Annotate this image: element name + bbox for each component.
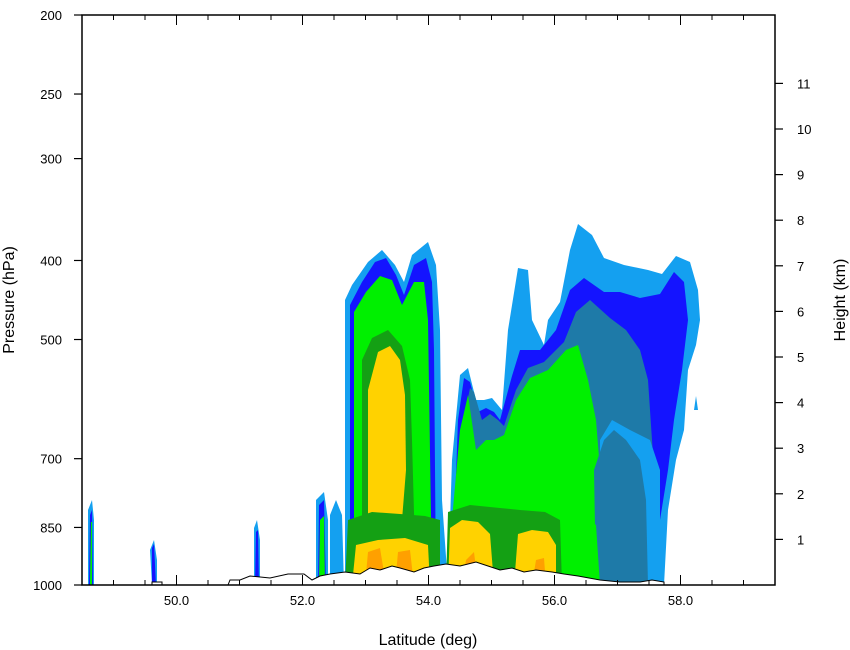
y-tick-label: 250 [40, 87, 62, 102]
y2-tick-label: 11 [797, 76, 811, 91]
y2-tick-label: 1 [797, 532, 804, 547]
x-tick-label: 52.0 [290, 593, 315, 608]
y2-tick-label: 6 [797, 304, 804, 319]
y2-tick-label: 9 [797, 168, 804, 183]
x-tick-label: 50.0 [164, 593, 189, 608]
y2-tick-label: 3 [797, 441, 804, 456]
y-tick-label: 700 [40, 452, 62, 467]
y2-axis-title: Height (km) [832, 259, 849, 342]
y-tick-label: 200 [40, 8, 62, 23]
y2-tick-label: 8 [797, 213, 804, 228]
y-axis-title: Pressure (hPa) [1, 246, 18, 354]
contour-level-6 [368, 346, 406, 520]
chart: 50.0 52.0 54.0 56.0 58.020025030040050070085… [1, 8, 849, 649]
y2-tick-label: 10 [797, 122, 811, 137]
y2-tick-label: 7 [797, 259, 804, 274]
y-tick-label: 1000 [33, 578, 62, 593]
x-tick-label: 58.0 [668, 593, 693, 608]
x-axis-title: Latitude (deg) [379, 632, 478, 649]
y2-tick-label: 5 [797, 350, 804, 365]
y-tick-label: 850 [40, 520, 62, 535]
x-tick-label: 56.0 [542, 593, 567, 608]
y-tick-label: 500 [40, 333, 62, 348]
y2-tick-label: 4 [797, 396, 804, 411]
y-tick-label: 400 [40, 253, 62, 268]
x-tick-label: 54.0 [416, 593, 441, 608]
y2-tick-label: 2 [797, 487, 804, 502]
y-tick-label: 300 [40, 152, 62, 167]
